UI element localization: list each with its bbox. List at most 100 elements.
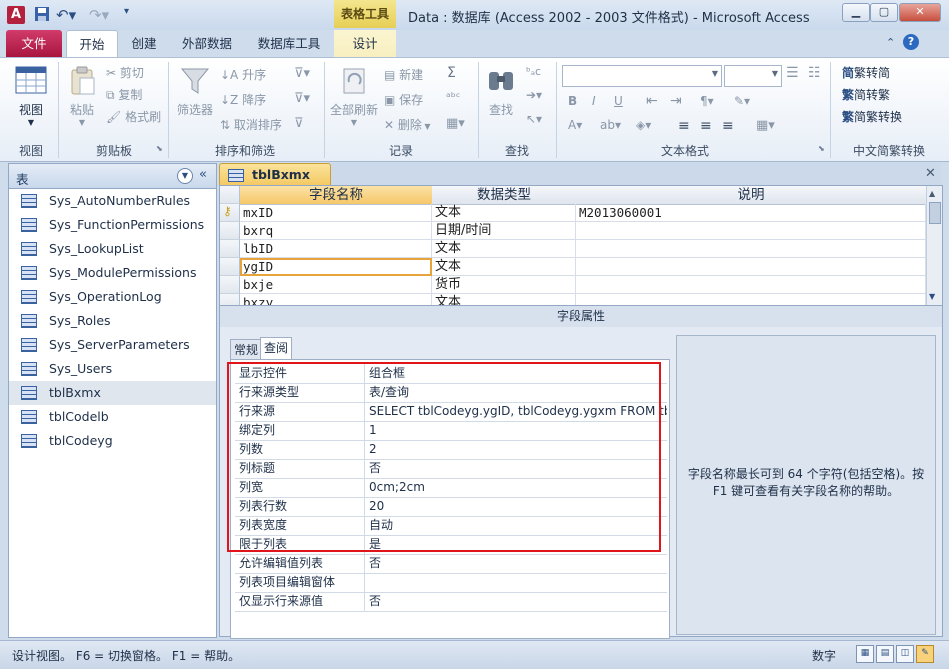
description-cell[interactable] bbox=[576, 240, 926, 258]
collapse-pane-icon[interactable]: « bbox=[199, 167, 207, 182]
nav-pane-header[interactable]: 表 ▼ « bbox=[9, 164, 216, 189]
trad-to-simp-button[interactable]: 简繁转简 bbox=[842, 64, 890, 81]
highlight-icon[interactable]: ✎▾ bbox=[734, 94, 750, 108]
row-selector[interactable] bbox=[220, 276, 240, 294]
row-selector[interactable] bbox=[220, 240, 240, 258]
fill-color-icon[interactable]: ◈▾ bbox=[636, 118, 651, 132]
row-selector[interactable] bbox=[220, 222, 240, 240]
tab-file[interactable]: 文件 bbox=[6, 30, 62, 57]
minimize-button[interactable]: ▁ bbox=[842, 3, 870, 22]
data-type-cell[interactable]: 日期/时间 bbox=[432, 222, 576, 240]
datasheet-view-icon[interactable]: ▦ bbox=[856, 645, 874, 663]
nav-item-table[interactable]: Sys_ModulePermissions bbox=[9, 261, 216, 285]
tab-external-data[interactable]: 外部数据 bbox=[176, 30, 238, 57]
bold-icon[interactable]: B bbox=[568, 94, 577, 108]
cut-button[interactable]: ✂ 剪切 bbox=[106, 64, 144, 81]
close-button[interactable]: ✕ bbox=[899, 3, 941, 22]
nav-item-table[interactable]: tblCodeyg bbox=[9, 429, 216, 453]
more-records-icon[interactable]: ▦▾ bbox=[446, 116, 465, 131]
nav-item-table[interactable]: Sys_FunctionPermissions bbox=[9, 213, 216, 237]
selection-filter-icon[interactable]: ⊽▾ bbox=[294, 66, 310, 81]
indent-decrease-icon[interactable]: ⇤ bbox=[646, 93, 658, 109]
format-painter-button[interactable]: 🖌︎ 格式刷 bbox=[106, 108, 161, 125]
property-row[interactable]: 仅显示行来源值否 bbox=[235, 592, 667, 612]
column-header-description[interactable]: 说明 bbox=[576, 186, 927, 205]
paste-button[interactable]: 粘贴 ▼ bbox=[64, 63, 100, 138]
field-name-cell[interactable]: ygID bbox=[240, 258, 432, 276]
tab-general[interactable]: 常规 bbox=[230, 339, 263, 360]
field-name-cell[interactable]: bxje bbox=[240, 276, 432, 294]
font-color-icon[interactable]: A▾ bbox=[568, 118, 582, 132]
bullets-icon[interactable]: ☰ bbox=[786, 65, 799, 81]
nav-item-table[interactable]: Sys_Users bbox=[9, 357, 216, 381]
spelling-icon[interactable]: ᵃᵇᶜ bbox=[446, 90, 460, 104]
advanced-filter-icon[interactable]: ⊽▾ bbox=[294, 91, 310, 106]
view-button[interactable]: 视图 ▼ bbox=[8, 63, 54, 138]
scroll-down-icon[interactable]: ▼ bbox=[929, 292, 935, 301]
maximize-button[interactable]: ▢ bbox=[870, 3, 898, 22]
undo-quick-icon[interactable]: ↶▾ bbox=[56, 6, 76, 24]
select-icon[interactable]: ↖▾ bbox=[526, 112, 542, 126]
nav-item-table[interactable]: tblCodelb bbox=[9, 405, 216, 429]
data-type-cell[interactable]: 货币 bbox=[432, 276, 576, 294]
new-record-button[interactable]: ▤ 新建 bbox=[384, 66, 423, 83]
access-app-icon[interactable]: A bbox=[7, 6, 25, 24]
scroll-thumb[interactable] bbox=[929, 202, 941, 224]
align-center-icon[interactable]: ≡ bbox=[700, 118, 712, 134]
gridlines-icon[interactable]: ▦▾ bbox=[756, 118, 775, 133]
totals-icon[interactable]: Σ bbox=[447, 65, 456, 81]
close-document-icon[interactable]: ✕ bbox=[925, 166, 936, 181]
description-cell[interactable] bbox=[576, 276, 926, 294]
customize-qat-icon[interactable]: ▾ bbox=[124, 6, 129, 24]
delete-record-button[interactable]: ✕ 删除 ▼ bbox=[384, 116, 431, 133]
property-value[interactable]: 否 bbox=[369, 554, 667, 573]
refresh-all-button[interactable]: 全部刷新 ▼ bbox=[328, 63, 380, 138]
field-name-cell[interactable]: bxrq bbox=[240, 222, 432, 240]
nav-item-table[interactable]: Sys_ServerParameters bbox=[9, 333, 216, 357]
nav-menu-chevron-icon[interactable]: ▼ bbox=[177, 168, 193, 184]
nav-item-table[interactable]: Sys_AutoNumberRules bbox=[9, 189, 216, 213]
filter-button[interactable]: 筛选器 bbox=[174, 63, 216, 138]
description-cell[interactable]: M2013060001 bbox=[576, 204, 926, 222]
property-value[interactable]: 否 bbox=[369, 592, 667, 611]
goto-icon[interactable]: ➔▾ bbox=[526, 88, 542, 102]
underline-icon[interactable]: U bbox=[614, 94, 623, 108]
copy-button[interactable]: ⧉ 复制 bbox=[106, 86, 142, 103]
align-right-icon[interactable]: ≡ bbox=[722, 118, 734, 134]
column-header-data-type[interactable]: 数据类型 bbox=[432, 186, 577, 205]
field-name-cell[interactable]: lbID bbox=[240, 240, 432, 258]
help-icon[interactable]: ? bbox=[903, 34, 919, 50]
simp-to-trad-button[interactable]: 繁简转繁 bbox=[842, 86, 890, 103]
find-button[interactable]: 查找 bbox=[484, 63, 518, 138]
toggle-filter-icon[interactable]: ⊽ bbox=[294, 116, 304, 131]
property-row[interactable]: 允许编辑值列表否 bbox=[235, 554, 667, 574]
replace-icon[interactable]: ᵇₐc bbox=[526, 65, 541, 78]
field-name-cell[interactable]: mxID bbox=[240, 204, 432, 222]
tab-create[interactable]: 创建 bbox=[124, 30, 164, 57]
indent-increase-icon[interactable]: ⇥ bbox=[670, 93, 682, 109]
nav-item-table[interactable]: Sys_LookupList bbox=[9, 237, 216, 261]
align-left-icon[interactable]: ≡ bbox=[678, 118, 690, 134]
dialog-launcher-icon[interactable]: ⬊ bbox=[156, 144, 163, 153]
data-type-cell[interactable]: 文本 bbox=[432, 240, 576, 258]
pivot-chart-view-icon[interactable]: ◫ bbox=[896, 645, 914, 663]
row-selector[interactable] bbox=[220, 258, 240, 276]
dialog-launcher-icon[interactable]: ⬊ bbox=[818, 144, 825, 153]
font-size-combo[interactable]: ▼ bbox=[724, 65, 782, 87]
description-cell[interactable] bbox=[576, 258, 926, 276]
nav-item-table[interactable]: tblBxmx bbox=[9, 381, 216, 405]
sort-descending-button[interactable]: ↓Z 降序 bbox=[220, 91, 266, 108]
italic-icon[interactable]: I bbox=[592, 94, 596, 108]
column-header-field-name[interactable]: 字段名称 bbox=[240, 186, 433, 205]
text-highlight-color-icon[interactable]: ab▾ bbox=[600, 118, 621, 132]
scroll-up-icon[interactable]: ▲ bbox=[929, 189, 935, 198]
tab-design[interactable]: 设计 bbox=[334, 30, 396, 57]
grid-corner[interactable] bbox=[220, 186, 240, 204]
tab-home[interactable]: 开始 bbox=[66, 30, 118, 58]
redo-quick-icon[interactable]: ↷▾ bbox=[89, 6, 109, 24]
grid-scrollbar[interactable]: ▲ ▼ bbox=[926, 186, 942, 306]
sort-ascending-button[interactable]: ↓A 升序 bbox=[220, 66, 266, 83]
property-row[interactable]: 列表项目编辑窗体 bbox=[235, 573, 667, 593]
nav-item-table[interactable]: Sys_Roles bbox=[9, 309, 216, 333]
nav-item-table[interactable]: Sys_OperationLog bbox=[9, 285, 216, 309]
